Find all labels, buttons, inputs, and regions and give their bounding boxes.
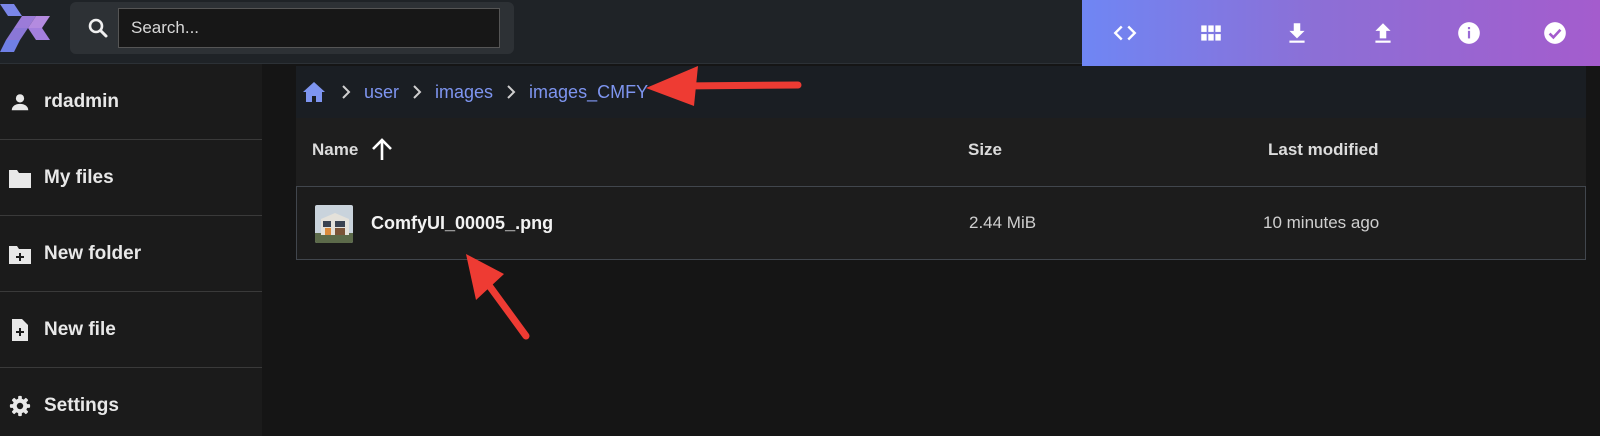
upload-button[interactable]	[1340, 0, 1426, 66]
breadcrumb-link-user[interactable]: user	[364, 82, 399, 103]
column-header-name[interactable]: Name	[312, 140, 358, 160]
sidebar-item-label: New file	[44, 318, 116, 340]
download-icon	[1289, 23, 1305, 43]
download-button[interactable]	[1254, 0, 1340, 66]
action-toolbar	[1082, 0, 1600, 66]
app-logo[interactable]	[0, 2, 60, 58]
chevron-right-icon	[405, 80, 429, 104]
file-size: 2.44 MiB	[969, 213, 1037, 232]
sidebar-item-user[interactable]: rdadmin	[0, 64, 262, 140]
new-file-icon	[8, 318, 32, 342]
breadcrumb: user images images_CMFY	[296, 66, 1586, 118]
sidebar-item-label: rdadmin	[44, 90, 119, 112]
info-icon	[1458, 22, 1480, 44]
upload-icon	[1375, 23, 1391, 43]
sidebar-item-new-folder[interactable]: New folder	[0, 216, 262, 292]
select-button[interactable]	[1512, 0, 1598, 66]
file-thumbnail	[315, 205, 353, 243]
info-button[interactable]	[1426, 0, 1512, 66]
sidebar-item-label: My files	[44, 166, 114, 188]
table-header: Name Size Last modified	[296, 118, 1586, 186]
folder-icon	[8, 166, 32, 190]
new-folder-icon	[8, 242, 32, 266]
code-view-button[interactable]	[1082, 0, 1168, 66]
grid-view-icon	[1201, 25, 1221, 41]
sidebar-item-settings[interactable]: Settings	[0, 368, 262, 436]
annotation-arrow-file	[466, 254, 530, 340]
check-circle-icon	[1544, 22, 1566, 44]
search-input[interactable]	[118, 8, 500, 48]
breadcrumb-link-images-cmfy[interactable]: images_CMFY	[529, 82, 648, 103]
home-icon	[303, 82, 325, 102]
gear-icon	[8, 394, 32, 418]
column-header-size[interactable]: Size	[968, 140, 1002, 160]
file-modified: 10 minutes ago	[1263, 213, 1380, 232]
sidebar-item-new-file[interactable]: New file	[0, 292, 262, 368]
file-name[interactable]: ComfyUI_00005_.png	[371, 213, 553, 234]
search-icon[interactable]	[86, 16, 110, 40]
breadcrumb-link-images[interactable]: images	[435, 82, 493, 103]
chevron-right-icon	[334, 80, 358, 104]
sidebar-item-label: Settings	[44, 395, 119, 416]
file-list: Name Size Last modified ComfyUI_00005_.p…	[296, 118, 1586, 260]
sidebar: rdadmin My files New folder New file Set…	[0, 64, 262, 436]
sort-ascending-icon[interactable]	[368, 136, 396, 164]
chevron-right-icon	[499, 80, 523, 104]
breadcrumb-home[interactable]	[300, 78, 328, 106]
sidebar-item-label: New folder	[44, 242, 142, 264]
code-icon	[1113, 25, 1137, 41]
sidebar-item-my-files[interactable]: My files	[0, 140, 262, 216]
table-row[interactable]: ComfyUI_00005_.png 2.44 MiB 10 minutes a…	[296, 186, 1586, 260]
column-header-modified[interactable]: Last modified	[1268, 140, 1379, 160]
grid-view-button[interactable]	[1168, 0, 1254, 66]
search-box	[70, 2, 514, 54]
person-icon	[8, 90, 32, 114]
